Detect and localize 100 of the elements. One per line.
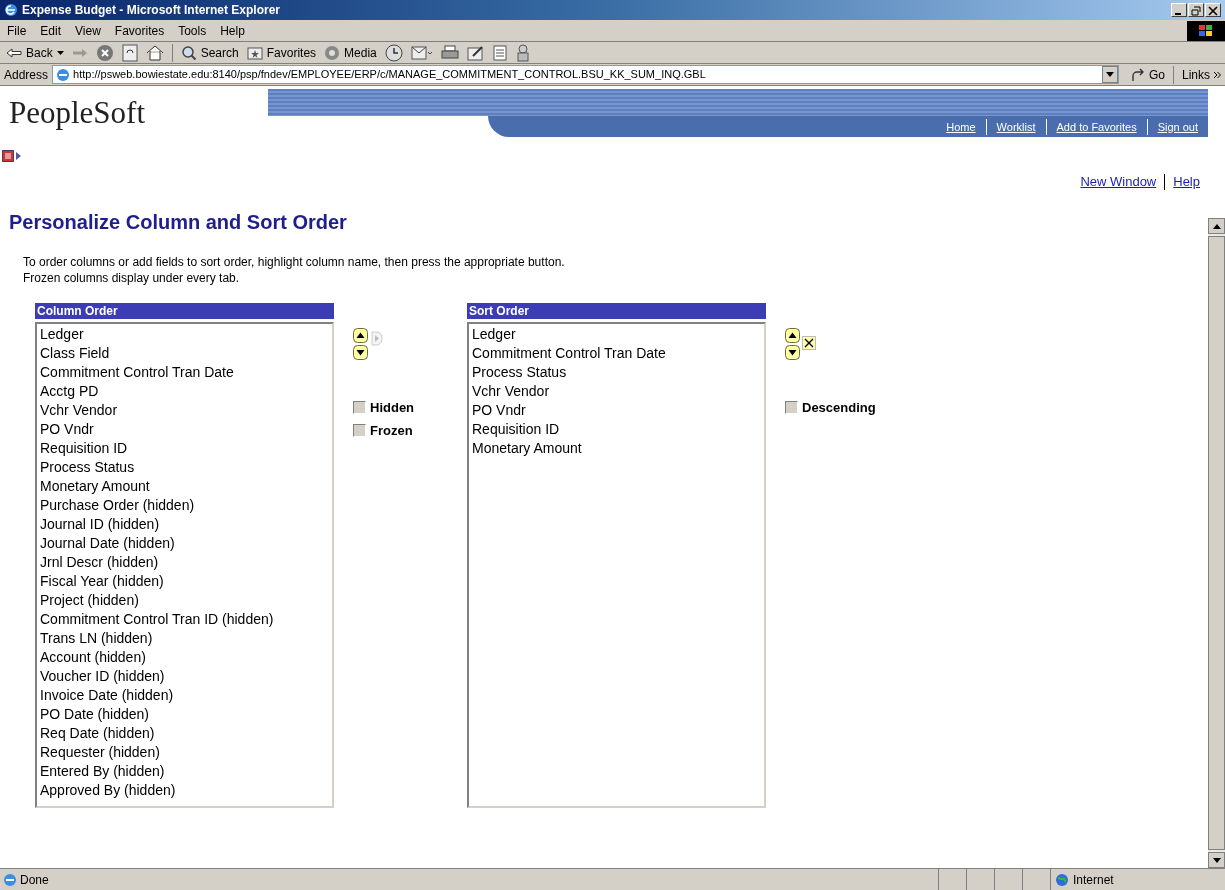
list-item[interactable]: Requester (hidden) — [40, 743, 329, 762]
instruction-text: Frozen columns display under every tab. — [23, 270, 241, 286]
list-item[interactable]: Approved By (hidden) — [40, 781, 329, 800]
magnifier-icon — [180, 44, 197, 61]
chevron-icon — [1214, 71, 1221, 78]
scroll-down-button[interactable] — [1208, 852, 1225, 868]
menu-item[interactable]: File — [7, 21, 27, 40]
window-title: Expense Budget - Microsoft Internet Explorer — [22, 2, 281, 19]
back-arrow-icon — [6, 47, 22, 58]
up-arrow-icon — [1212, 223, 1221, 229]
list-item[interactable]: Requisition ID — [472, 420, 761, 439]
media-button[interactable]: Media — [324, 43, 377, 62]
list-item[interactable]: Req Date (hidden) — [40, 724, 329, 743]
nav-link[interactable]: Add to Favorites — [1045, 118, 1147, 135]
nav-link[interactable]: Home — [936, 118, 986, 135]
move-down-icon[interactable] — [785, 345, 800, 360]
nav-link[interactable]: Sign out — [1146, 118, 1208, 135]
go-button[interactable]: Go — [1122, 65, 1173, 84]
mail-icon[interactable] — [410, 44, 433, 61]
list-item[interactable]: Commitment Control Tran ID (hidden) — [40, 610, 329, 629]
column-order-list[interactable] — [35, 322, 334, 808]
minimize-icon[interactable] — [1171, 3, 1187, 17]
zone-text: Internet — [1073, 871, 1114, 889]
list-header: Column Order — [35, 303, 334, 319]
list-item[interactable]: Journal ID (hidden) — [40, 515, 329, 534]
document-icon[interactable] — [492, 44, 507, 61]
page-icon — [55, 66, 72, 83]
move-up-icon[interactable] — [785, 328, 800, 343]
menu-item[interactable]: Edit — [40, 21, 62, 40]
list-item[interactable]: Voucher ID (hidden) — [40, 667, 329, 686]
menu-item[interactable]: Tools — [178, 21, 207, 40]
list-item[interactable]: Entered By (hidden) — [40, 762, 329, 781]
menu-toggle-icon[interactable] — [2, 150, 22, 162]
search-button[interactable]: Search — [171, 43, 239, 62]
address-field[interactable]: http://psweb.bowiestate.edu:8140/psp/fndev/EMPLOYEE/ERP/c/MANAGE_COMMITMENT_CONTROL.BSU_KK_SUM_INQ.GBL — [52, 65, 1119, 84]
instruction-text: To order columns or add fields to sort order, highlight column name, then press the appropriate button. — [23, 254, 566, 270]
checkbox-label: Descending — [802, 398, 876, 417]
stop-icon[interactable] — [95, 43, 114, 62]
down-arrow-icon — [1212, 857, 1221, 863]
home-icon[interactable] — [145, 44, 164, 61]
list-item[interactable]: Requisition ID — [40, 439, 329, 458]
list-item[interactable]: Commitment Control Tran Date — [40, 363, 329, 382]
back-button[interactable]: Back — [6, 43, 64, 62]
history-icon[interactable] — [384, 43, 403, 62]
messenger-icon[interactable] — [514, 43, 531, 62]
scroll-up-button[interactable] — [1208, 218, 1225, 234]
scroll-thumb[interactable] — [1208, 236, 1225, 850]
remove-icon[interactable] — [802, 336, 816, 350]
links-button[interactable]: Links — [1173, 65, 1221, 84]
nav-link[interactable]: Worklist — [985, 118, 1046, 135]
favorites-button[interactable]: Favorites — [246, 43, 317, 62]
refresh-icon[interactable] — [121, 43, 138, 62]
address-label: Address — [4, 66, 49, 84]
list-item[interactable]: Invoice Date (hidden) — [40, 686, 329, 705]
menu-item[interactable]: Favorites — [114, 21, 165, 40]
list-item[interactable]: Ledger — [40, 325, 329, 344]
list-item[interactable]: Purchase Order (hidden) — [40, 496, 329, 515]
list-item[interactable]: Jrnl Descr (hidden) — [40, 553, 329, 572]
help-link[interactable]: Help — [1173, 172, 1200, 192]
list-item[interactable]: PO Date (hidden) — [40, 705, 329, 724]
page-icon — [3, 872, 17, 887]
caret-icon — [56, 50, 64, 55]
list-item[interactable]: Acctg PD — [40, 382, 329, 401]
move-up-icon[interactable] — [353, 328, 368, 343]
menu-item[interactable]: View — [75, 21, 101, 40]
menu-item[interactable]: Help — [220, 21, 245, 40]
list-item[interactable]: Vchr Vendor — [40, 401, 329, 420]
list-item[interactable]: Account (hidden) — [40, 648, 329, 667]
move-down-icon[interactable] — [353, 345, 368, 360]
dropdown-icon[interactable] — [1101, 66, 1118, 83]
restore-icon[interactable] — [1188, 3, 1204, 17]
list-item[interactable]: Project (hidden) — [40, 591, 329, 610]
list-item[interactable]: Journal Date (hidden) — [40, 534, 329, 553]
list-item[interactable]: Process Status — [472, 363, 761, 382]
new-window-link[interactable]: New Window — [1080, 172, 1157, 192]
print-icon[interactable] — [440, 44, 459, 61]
list-item[interactable]: Monetary Amount — [472, 439, 761, 458]
star-folder-icon — [246, 45, 263, 60]
edit-icon[interactable] — [466, 44, 485, 61]
globe-icon — [1055, 872, 1069, 887]
checkbox[interactable] — [785, 401, 798, 414]
windows-logo-icon — [1187, 20, 1225, 41]
list-item[interactable]: Fiscal Year (hidden) — [40, 572, 329, 591]
sort-order-list[interactable]: Ledger Commitment Control Tran Date Process Status Vchr Vendor PO Vndr Requisition ID Monetary Amount — [467, 322, 766, 808]
list-header: Sort Order — [467, 303, 766, 319]
list-item[interactable]: PO Vndr — [472, 401, 761, 420]
close-icon[interactable] — [1205, 3, 1221, 17]
list-item[interactable]: PO Vndr — [40, 420, 329, 439]
disc-icon — [324, 44, 341, 61]
list-item[interactable]: Commitment Control Tran Date — [472, 344, 761, 363]
list-item[interactable]: Vchr Vendor — [472, 382, 761, 401]
list-item[interactable]: Class Field — [40, 344, 329, 363]
checkbox[interactable] — [353, 424, 366, 437]
list-item[interactable]: Ledger — [472, 325, 761, 344]
list-item[interactable]: Process Status — [40, 458, 329, 477]
go-arrow-icon — [1130, 67, 1145, 82]
checkbox[interactable] — [353, 401, 366, 414]
list-item[interactable]: Monetary Amount — [40, 477, 329, 496]
checkbox-label: Hidden — [370, 398, 415, 417]
list-item[interactable]: Trans LN (hidden) — [40, 629, 329, 648]
